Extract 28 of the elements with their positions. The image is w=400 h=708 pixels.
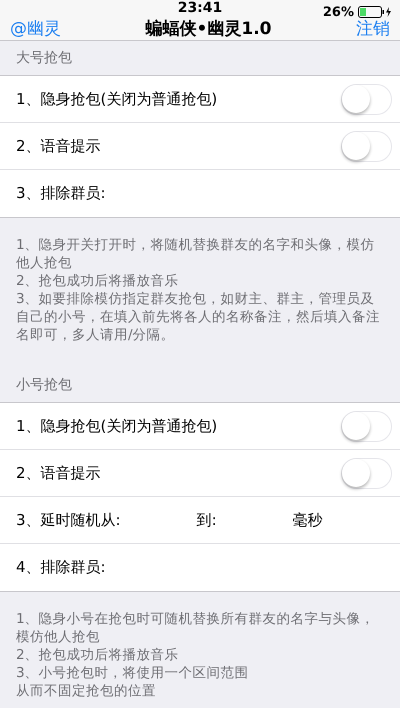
note-text: 1、隐身开关打开时，将随机替换群友的名字和头像，模仿他人抢包 — [16, 236, 376, 272]
toggle-switch[interactable] — [341, 458, 392, 488]
battery-icon — [358, 6, 392, 18]
account-button[interactable]: @幽灵 — [10, 16, 61, 40]
battery-percent: 26% — [322, 4, 354, 20]
row-label: 3、排除群员: — [16, 184, 106, 203]
toggle-switch[interactable] — [341, 84, 392, 114]
row-label: 1、隐身抢包(关闭为普通抢包) — [16, 90, 218, 108]
row-label: 到: — [196, 510, 217, 530]
note-text: 3、如要排除模仿指定群友抢包，如财主、群主，管理员及自己的小号，在填入前先将各人的名称备注，然后填入备注名即可，多人请用/分隔。 — [16, 290, 381, 344]
row-label: 毫秒 — [292, 510, 323, 530]
row-label: 2、语音提示 — [16, 464, 101, 482]
status-time: 23:41 — [178, 0, 222, 16]
toggle-switch[interactable] — [341, 410, 392, 442]
note-text: 1、隐身小号在抢包时可随机替换所有群友的名字与头像，模仿他人抢包 — [16, 610, 376, 646]
note-text: 3、小号抢包时，将使用一个区间范围 — [16, 664, 250, 682]
section-header: 小号抢包 — [15, 376, 73, 395]
section-header: 大号抢包 — [15, 49, 73, 68]
toggle-switch[interactable] — [341, 130, 392, 162]
logout-button[interactable]: 注销 — [356, 16, 390, 40]
note-text: 从而不固定抢包的位置 — [16, 682, 157, 700]
row-label: 1、隐身抢包(关闭为普通抢包) — [16, 416, 218, 436]
row-label: 4、排除群员: — [16, 558, 106, 577]
note-text: 2、抢包成功后将播放音乐 — [16, 646, 180, 664]
nav-title: 蝙蝠侠•幽灵1.0 — [146, 18, 272, 40]
note-text: 2、抢包成功后将播放音乐 — [16, 272, 180, 290]
row-label: 2、语音提示 — [16, 136, 101, 156]
row-label: 3、延时随机从: — [16, 510, 121, 530]
